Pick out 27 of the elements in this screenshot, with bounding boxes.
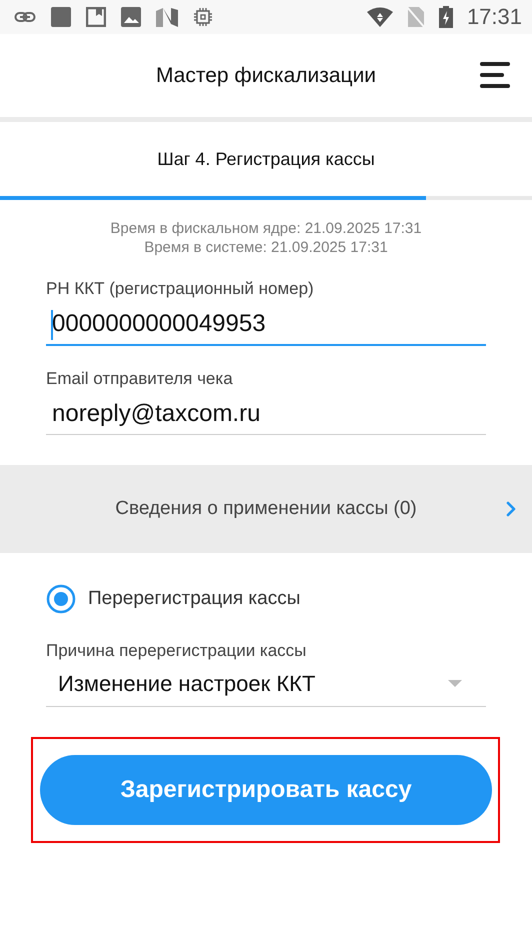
field-label: Email отправителя чека bbox=[46, 368, 234, 390]
menu-icon[interactable] bbox=[480, 62, 510, 88]
wifi-icon bbox=[366, 7, 393, 27]
n-logo-icon bbox=[156, 7, 178, 27]
info-label: Сведения о применении кассы (0) bbox=[115, 498, 417, 520]
radio-label: Перерегистрация кассы bbox=[88, 588, 300, 610]
no-sim-icon bbox=[406, 6, 425, 28]
radio-button[interactable] bbox=[46, 584, 76, 614]
field-label: Причина перерегистрации кассы bbox=[46, 640, 308, 662]
time-info: Время в системе: 21.09.2025 17:31 bbox=[144, 238, 388, 257]
image-icon bbox=[121, 7, 141, 27]
input-field[interactable]: 0000000000049953 bbox=[46, 304, 486, 346]
dropdown-caret-icon bbox=[448, 680, 462, 688]
step-title: Шаг 4. Регистрация кассы bbox=[157, 148, 375, 170]
square-icon bbox=[51, 7, 71, 27]
input-field[interactable]: noreply@taxcom.ru bbox=[46, 394, 486, 435]
chevron-right-icon bbox=[506, 501, 516, 517]
link-icon bbox=[14, 11, 36, 23]
clock-time: 17:31 bbox=[466, 4, 522, 30]
screen-title: Мастер фискализации bbox=[156, 64, 376, 88]
bookmark-icon bbox=[86, 7, 106, 27]
chip-icon bbox=[193, 7, 213, 27]
time-info: Время в фискальном ядре: 21.09.2025 17:31 bbox=[110, 219, 422, 238]
dropdown[interactable]: Изменение настроек ККТ bbox=[46, 662, 486, 707]
info-row[interactable]: Сведения о применении кассы (0) bbox=[0, 465, 532, 553]
field-label: РН ККТ (регистрационный номер) bbox=[46, 278, 315, 300]
battery-icon bbox=[438, 6, 453, 28]
